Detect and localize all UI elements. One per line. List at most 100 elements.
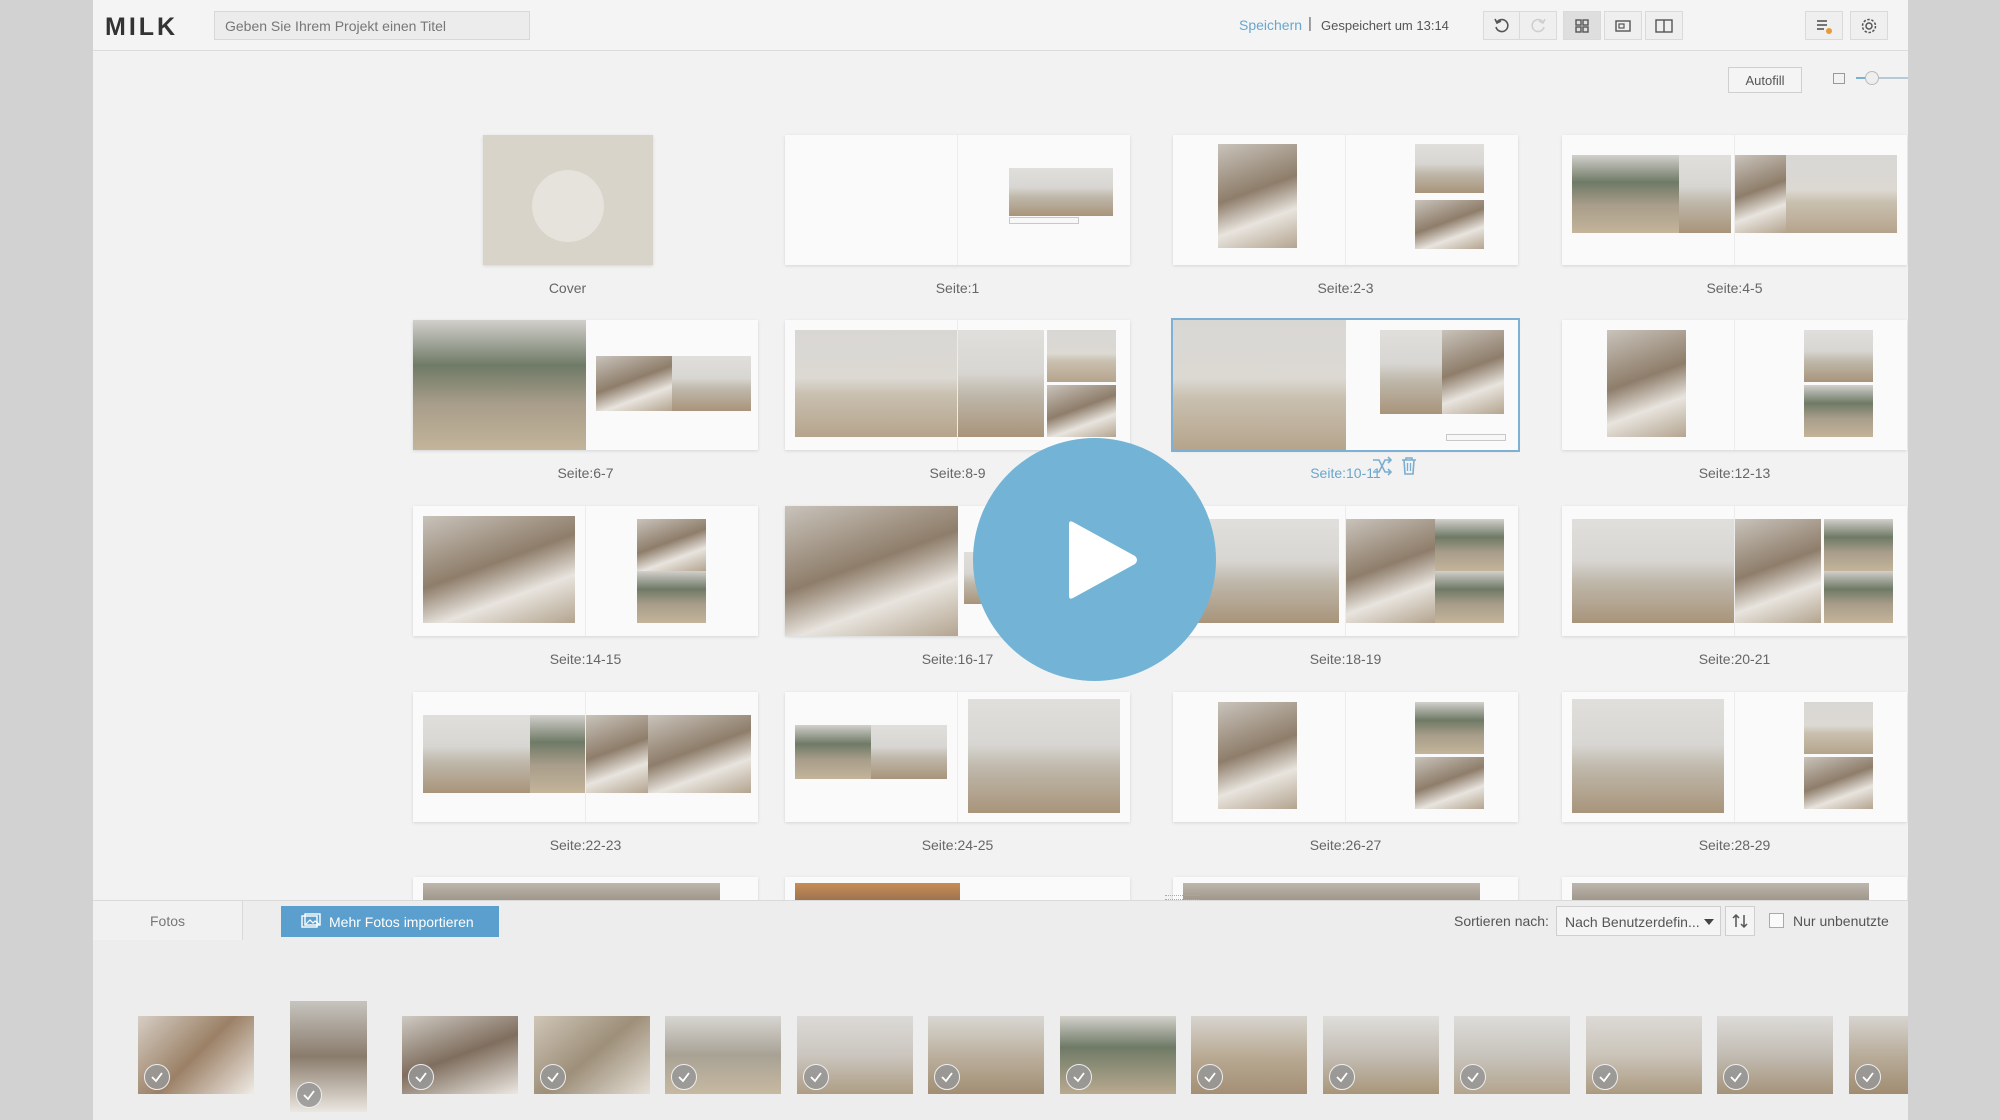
import-photos-button[interactable]: Mehr Fotos importieren <box>281 906 499 937</box>
photo-thumbnail[interactable] <box>290 1001 367 1112</box>
photo-placeholder[interactable] <box>785 506 958 636</box>
photo-placeholder[interactable] <box>1572 154 1680 233</box>
caption-placeholder[interactable] <box>1009 217 1079 224</box>
spread-14-15[interactable] <box>413 506 758 636</box>
photo-thumbnail[interactable] <box>797 1016 913 1094</box>
photo-placeholder[interactable] <box>1217 144 1298 249</box>
photo-thumbnail[interactable] <box>138 1016 254 1094</box>
spread-view-button[interactable] <box>1645 11 1683 40</box>
photo-placeholder[interactable] <box>1414 702 1484 755</box>
photo-placeholder[interactable] <box>1824 571 1894 623</box>
photo-placeholder[interactable] <box>647 715 752 794</box>
photo-placeholder[interactable] <box>1047 385 1117 437</box>
grid-view-button[interactable] <box>1563 11 1601 40</box>
sort-select[interactable]: Nach Benutzerdefin... <box>1556 906 1721 936</box>
spread-26-27[interactable] <box>1173 692 1518 822</box>
photo-placeholder[interactable] <box>1803 385 1873 437</box>
photo-thumbnail[interactable] <box>1454 1016 1570 1094</box>
single-page-view-button[interactable] <box>1604 11 1642 40</box>
spread-2-3[interactable] <box>1173 135 1518 265</box>
photo-placeholder[interactable] <box>1414 200 1484 250</box>
spread-4-5[interactable] <box>1562 135 1907 265</box>
photo-placeholder[interactable] <box>1380 330 1443 414</box>
unused-only-checkbox[interactable] <box>1769 913 1784 928</box>
photo-thumbnail[interactable] <box>1717 1016 1833 1094</box>
spread-28-29[interactable] <box>1562 692 1907 822</box>
photo-placeholder[interactable] <box>1183 883 1480 900</box>
photo-placeholder[interactable] <box>1734 519 1821 623</box>
photo-thumbnail[interactable] <box>1191 1016 1307 1094</box>
save-link[interactable]: Speichern <box>1239 17 1302 33</box>
spread-partial[interactable] <box>1562 877 1907 900</box>
photo-placeholder[interactable] <box>1009 167 1113 216</box>
trash-icon[interactable] <box>1400 456 1418 481</box>
spread-partial[interactable] <box>413 877 758 900</box>
photo-placeholder[interactable] <box>423 715 531 794</box>
photo-placeholder[interactable] <box>1606 330 1687 437</box>
photo-placeholder[interactable] <box>1679 154 1732 233</box>
photo-placeholder[interactable] <box>967 698 1120 813</box>
shuffle-icon[interactable] <box>1371 456 1393 481</box>
photo-placeholder[interactable] <box>871 724 948 780</box>
photo-placeholder[interactable] <box>1345 519 1436 623</box>
photo-thumbnail[interactable] <box>1586 1016 1702 1094</box>
sort-direction-button[interactable] <box>1725 906 1755 936</box>
photo-placeholder[interactable] <box>957 330 1044 437</box>
photo-placeholder[interactable] <box>530 715 586 794</box>
photo-placeholder[interactable] <box>1442 330 1505 414</box>
photo-placeholder[interactable] <box>1786 154 1897 233</box>
spread-6-7[interactable] <box>413 320 758 450</box>
photo-placeholder[interactable] <box>1435 571 1505 623</box>
tab-fotos[interactable]: Fotos <box>93 901 243 940</box>
photo-placeholder[interactable] <box>1734 154 1787 233</box>
photo-placeholder[interactable] <box>1435 519 1505 571</box>
photo-thumbnail[interactable] <box>534 1016 650 1094</box>
photo-placeholder[interactable] <box>637 571 707 623</box>
photo-placeholder[interactable] <box>1414 757 1484 809</box>
photo-placeholder[interactable] <box>637 519 707 571</box>
settings-button[interactable] <box>1850 11 1888 40</box>
photo-placeholder[interactable] <box>1414 144 1484 194</box>
photo-thumbnail[interactable] <box>1060 1016 1176 1094</box>
photo-placeholder[interactable] <box>1572 519 1735 623</box>
photo-thumbnail[interactable] <box>928 1016 1044 1094</box>
spread-partial[interactable] <box>785 877 1130 900</box>
photo-thumbnail[interactable] <box>665 1016 781 1094</box>
play-video-button[interactable] <box>973 438 1216 681</box>
photo-placeholder[interactable] <box>1803 757 1873 809</box>
photo-placeholder[interactable] <box>423 516 576 623</box>
spread-18-19[interactable] <box>1173 506 1518 636</box>
photo-placeholder[interactable] <box>795 724 872 780</box>
photo-placeholder[interactable] <box>413 320 586 450</box>
redo-button[interactable] <box>1519 11 1557 40</box>
spread-1[interactable] <box>785 135 1130 265</box>
photo-placeholder[interactable] <box>795 330 958 437</box>
photo-placeholder[interactable] <box>1047 330 1117 383</box>
photo-placeholder[interactable] <box>585 715 648 794</box>
list-settings-button[interactable] <box>1805 11 1843 40</box>
spread-12-13[interactable] <box>1562 320 1907 450</box>
spread-10-11[interactable] <box>1171 318 1520 452</box>
spread-8-9[interactable] <box>785 320 1130 450</box>
spread-22-23[interactable] <box>413 692 758 822</box>
photo-placeholder[interactable] <box>1173 320 1346 450</box>
photo-placeholder[interactable] <box>423 883 720 900</box>
spread-24-25[interactable] <box>785 692 1130 822</box>
photo-placeholder[interactable] <box>795 883 960 900</box>
spread-partial[interactable] <box>1173 877 1518 900</box>
photo-placeholder[interactable] <box>1572 698 1725 813</box>
zoom-out-icon[interactable] <box>1833 73 1845 84</box>
zoom-slider[interactable] <box>1856 71 1908 85</box>
photo-thumbnail[interactable] <box>402 1016 518 1094</box>
project-title-input[interactable] <box>214 11 530 40</box>
photo-placeholder[interactable] <box>1803 702 1873 755</box>
photo-placeholder[interactable] <box>595 356 672 411</box>
spread-cover[interactable] <box>483 135 653 265</box>
photo-placeholder[interactable] <box>671 356 752 411</box>
undo-button[interactable] <box>1483 11 1521 40</box>
autofill-button[interactable]: Autofill <box>1728 67 1802 93</box>
photo-placeholder[interactable] <box>1824 519 1894 571</box>
photo-placeholder[interactable] <box>1572 883 1869 900</box>
photo-placeholder[interactable] <box>1217 702 1298 809</box>
spread-20-21[interactable] <box>1562 506 1907 636</box>
